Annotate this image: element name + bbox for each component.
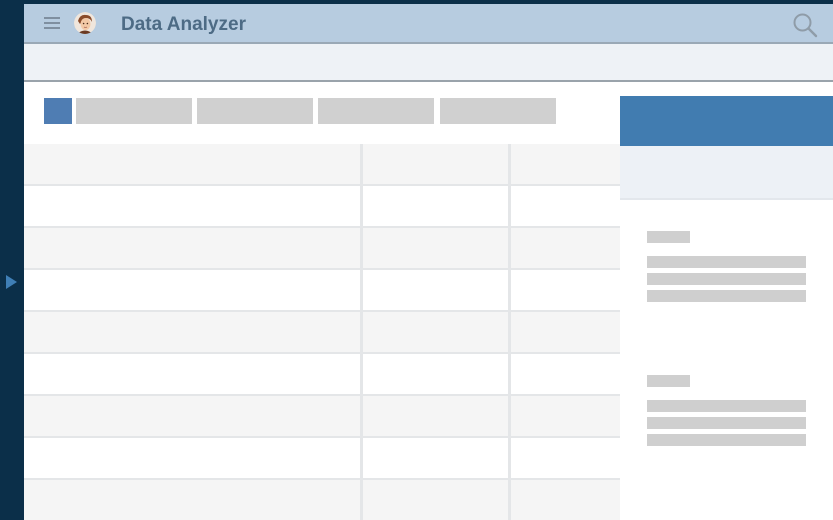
detail-panel-header	[620, 96, 833, 146]
table-row[interactable]	[24, 186, 620, 226]
search-icon[interactable]	[792, 12, 818, 38]
tab-4[interactable]	[440, 98, 556, 124]
table-row[interactable]	[24, 228, 620, 268]
section-heading-placeholder	[647, 231, 690, 243]
table-row[interactable]	[24, 396, 620, 436]
tab-active[interactable]	[44, 98, 72, 124]
screen: Data Analyzer	[0, 0, 833, 520]
tab-2[interactable]	[197, 98, 313, 124]
tab-3[interactable]	[318, 98, 434, 124]
hamburger-menu-icon[interactable]	[44, 17, 60, 29]
title-bar: Data Analyzer	[24, 4, 833, 44]
section-heading-placeholder	[647, 375, 690, 387]
text-line-placeholder	[647, 256, 806, 268]
data-table	[24, 144, 620, 520]
tab-1[interactable]	[76, 98, 192, 124]
detail-panel	[620, 96, 833, 520]
table-row[interactable]	[24, 480, 620, 520]
table-row[interactable]	[24, 438, 620, 478]
user-avatar[interactable]	[74, 12, 96, 34]
text-line-placeholder	[647, 290, 806, 302]
text-line-placeholder	[647, 417, 806, 429]
detail-panel-subheader	[620, 146, 833, 200]
table-row[interactable]	[24, 312, 620, 352]
text-line-placeholder	[647, 273, 806, 285]
app-window: Data Analyzer	[24, 4, 833, 520]
table-row[interactable]	[24, 354, 620, 394]
app-title: Data Analyzer	[121, 14, 246, 35]
table-row[interactable]	[24, 144, 620, 184]
expand-arrow-icon[interactable]	[6, 275, 17, 289]
text-line-placeholder	[647, 434, 806, 446]
toolbar	[24, 44, 833, 82]
table-row[interactable]	[24, 270, 620, 310]
text-line-placeholder	[647, 400, 806, 412]
